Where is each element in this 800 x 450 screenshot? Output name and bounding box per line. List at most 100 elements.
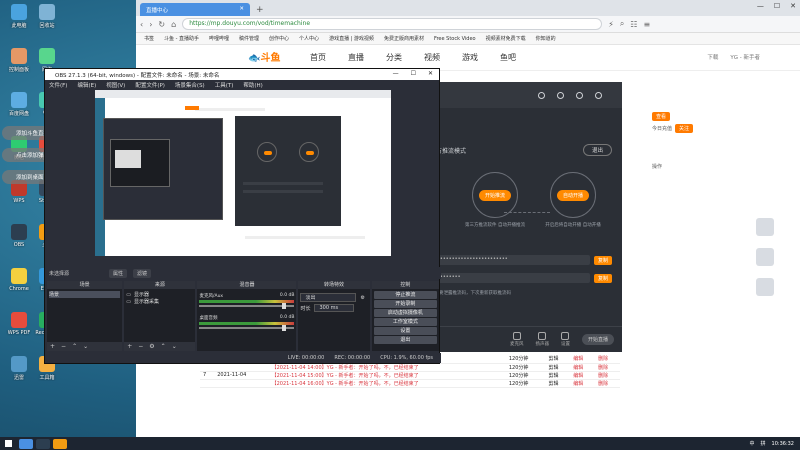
home-icon[interactable]: ⌂ (171, 20, 176, 29)
taskbar-douyu-icon[interactable] (53, 438, 67, 449)
url-input[interactable]: https://mp.douyu.com/vod/timemachine (182, 18, 603, 30)
obs-menu-item[interactable]: 帮助(H) (243, 81, 262, 89)
bookmark-item[interactable]: 视频素材免费下载 (486, 35, 526, 42)
close-icon[interactable]: ✕ (239, 6, 244, 13)
obs-minimize-icon[interactable]: — (393, 70, 399, 77)
scene-item[interactable]: 场景 (49, 291, 121, 298)
row-title-link[interactable]: 【2021-11-04 16:00】YG - 新手者：开始了吗，不，已经结束了 (268, 379, 506, 388)
row-title-link[interactable]: 【2021-11-04 14:00】YG - 新手者：开始了吗，不，已经结束了 (268, 363, 506, 372)
obs-menu-item[interactable]: 配置文件(P) (135, 81, 165, 89)
obs-menu-item[interactable]: 工具(T) (215, 81, 234, 89)
row-edit-link[interactable]: 编辑 (570, 355, 596, 364)
add-scene-icon[interactable]: + (50, 343, 55, 350)
obs-preview[interactable] (95, 90, 391, 256)
obs-control-button[interactable]: 启动虚拟摄像机 (373, 309, 437, 317)
screen-icon[interactable] (756, 278, 774, 296)
bookmark-item[interactable]: Free Stock Video (434, 36, 476, 42)
obs-menu-item[interactable]: 编辑(E) (77, 81, 96, 89)
bookmark-item[interactable]: 游戏直播 | 游戏视频 (329, 35, 374, 42)
auto-live-button[interactable]: 自动开播 (556, 189, 589, 201)
row-delete-link[interactable]: 删除 (595, 355, 620, 364)
bookmark-item[interactable]: 哔哩哔哩 (209, 35, 229, 42)
user-icon[interactable] (557, 91, 564, 99)
obs-control-button[interactable]: 开始录制 (373, 300, 437, 308)
maximize-icon[interactable]: ☐ (774, 2, 780, 10)
nav-category[interactable]: 分类 (386, 52, 402, 63)
windows-start-button[interactable] (0, 437, 16, 450)
minimize-icon[interactable]: — (757, 2, 764, 10)
rp-btn-1[interactable]: 查看 (652, 111, 671, 121)
move-down-icon[interactable]: ⌄ (83, 343, 88, 350)
clock[interactable]: 10:36:32 (772, 441, 794, 447)
user-name[interactable]: YG - 新手者 (730, 53, 760, 61)
copy-server-button[interactable]: 复制 (593, 255, 612, 265)
notification-3[interactable]: 添加到桌面 (2, 170, 50, 184)
lightning-icon[interactable]: ⚡ (608, 20, 614, 29)
obs-control-button[interactable]: 停止推流 (373, 291, 437, 299)
row-title-link[interactable]: 【2021-11-04 15:00】YG - 新手者：开始了吗，不，已经结束了 (268, 371, 506, 380)
search-icon[interactable]: ⌕ (620, 19, 624, 29)
play-icon[interactable] (756, 218, 774, 236)
bookmark-item[interactable]: 斗鱼 - 直播助手 (164, 35, 199, 42)
obs-maximize-icon[interactable]: ☐ (411, 70, 416, 77)
start-push-button[interactable]: 开始推流 (478, 189, 511, 201)
extension-icon[interactable]: ☷ (630, 20, 637, 29)
speaker-control[interactable]: 扬声器 (535, 332, 549, 347)
bookmark-item[interactable]: 免费正版商用素材 (384, 35, 424, 42)
volume-slider[interactable] (199, 303, 295, 309)
close-window-icon[interactable]: ✕ (790, 2, 796, 10)
transition-settings-icon[interactable]: ⚙ (360, 295, 364, 301)
copy-key-button[interactable]: 复制 (593, 273, 612, 283)
row-edit-link[interactable]: 编辑 (570, 371, 596, 380)
duration-input[interactable]: 300 ms (314, 304, 355, 312)
forward-icon[interactable]: › (149, 20, 152, 29)
obs-control-button[interactable]: 工作室模式 (373, 318, 437, 326)
mic-control[interactable]: 麦克风 (510, 332, 523, 347)
refresh-icon[interactable]: ↻ (158, 20, 165, 29)
remove-scene-icon[interactable]: − (61, 343, 66, 350)
bookmark-item[interactable]: 你知道的 (536, 35, 556, 42)
tab-live-center[interactable]: 直播中心 ✕ (140, 3, 250, 16)
exit-mode-button[interactable]: 退出 (582, 144, 612, 156)
nav-home[interactable]: 首页 (310, 52, 326, 63)
row-edit-link[interactable]: 编辑 (570, 379, 596, 388)
source-item-2[interactable]: ▭ 显示器采集 (126, 298, 193, 306)
download-link[interactable]: 下载 (707, 53, 718, 61)
row-delete-link[interactable]: 删除 (595, 363, 620, 372)
new-tab-button[interactable]: + (250, 5, 270, 16)
bookmark-item[interactable]: 个人中心 (299, 35, 319, 42)
douyu-logo[interactable]: 🐟斗鱼 (248, 49, 294, 67)
rp-btn-2[interactable]: 关注 (675, 123, 694, 133)
filters-button[interactable]: 滤镜 (133, 268, 152, 278)
obs-control-button[interactable]: 设置 (373, 327, 437, 335)
obs-menu-item[interactable]: 文件(F) (49, 81, 67, 89)
nav-yuba[interactable]: 鱼吧 (500, 52, 516, 63)
row-edit-link[interactable]: 编辑 (570, 363, 596, 372)
obs-menu-item[interactable]: 场景集合(S) (175, 81, 205, 89)
nav-video[interactable]: 视频 (424, 52, 440, 63)
nav-games[interactable]: 游戏 (462, 52, 478, 63)
nav-live[interactable]: 直播 (348, 52, 364, 63)
volume-slider[interactable] (199, 325, 295, 331)
bookmark-item[interactable]: 创作中心 (269, 35, 289, 42)
key-input[interactable]: ••••••••• (430, 273, 590, 283)
source-settings-icon[interactable]: ⚙ (149, 343, 154, 350)
taskbar-browser-icon[interactable] (19, 438, 33, 449)
remove-source-icon[interactable]: − (138, 343, 143, 350)
bell-icon[interactable] (576, 91, 583, 99)
source-up-icon[interactable]: ⌃ (161, 343, 166, 350)
server-input[interactable]: ••••••••••••••••••••••••• (430, 255, 590, 265)
back-icon[interactable]: ‹ (140, 20, 143, 29)
gift-icon[interactable] (538, 91, 545, 99)
desktop-icon[interactable]: 回收站 (30, 4, 64, 29)
row-delete-link[interactable]: 删除 (595, 379, 620, 388)
source-item-1[interactable]: ▭ 显示器 (126, 291, 193, 299)
ime-mode[interactable]: 拼 (761, 440, 766, 447)
add-source-icon[interactable]: + (127, 343, 132, 350)
bookmark-item[interactable]: 书签 (144, 35, 154, 42)
obs-close-icon[interactable]: ✕ (428, 70, 433, 77)
settings-control[interactable]: 设置 (561, 332, 570, 347)
start-live-button[interactable]: 开始直播 (581, 334, 614, 345)
taskbar-obs-icon[interactable] (36, 438, 50, 449)
transition-select[interactable]: 淡出 (300, 293, 357, 302)
